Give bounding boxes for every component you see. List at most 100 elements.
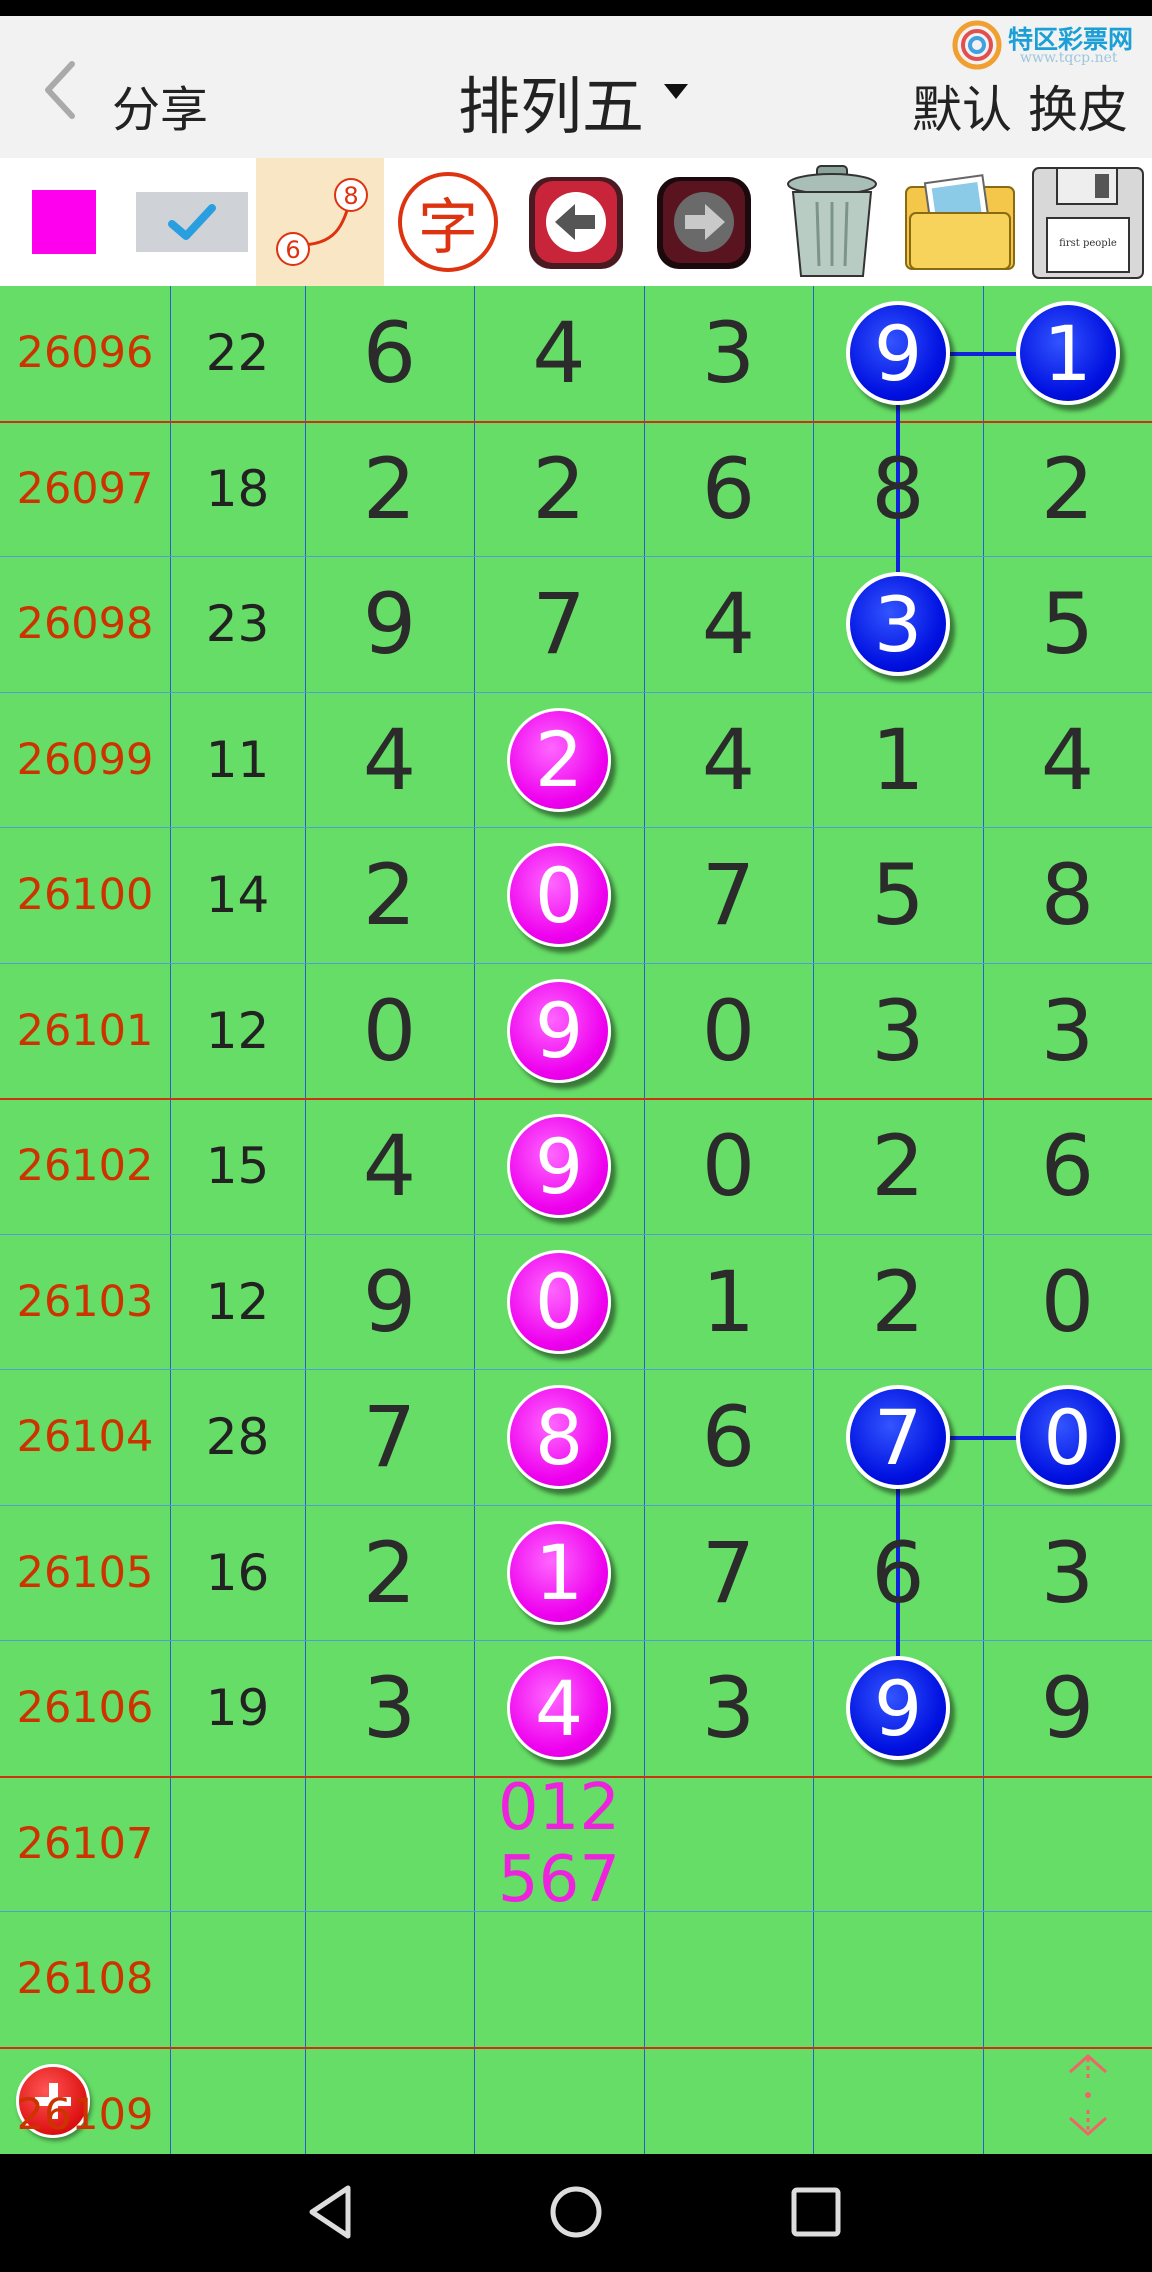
issue-number-cell[interactable]: 26107 (0, 1777, 170, 1911)
digit-cell[interactable] (813, 2048, 983, 2155)
sum-cell[interactable]: 15 (170, 1099, 305, 1233)
digit-cell[interactable]: 6 (813, 1506, 983, 1640)
issue-number-cell[interactable]: 26104 (0, 1370, 170, 1504)
issue-number-cell[interactable]: 26099 (0, 693, 170, 827)
digit-cell[interactable] (644, 2048, 813, 2155)
digit-cell[interactable]: 3 (813, 557, 983, 691)
digit-cell[interactable]: 8 (813, 422, 983, 556)
digit-cell[interactable]: 7 (644, 1506, 813, 1640)
digit-cell[interactable]: 4 (474, 286, 644, 420)
sum-cell[interactable]: 12 (170, 1235, 305, 1369)
digit-cell[interactable]: 7 (644, 828, 813, 962)
digit-cell[interactable]: 2 (813, 1099, 983, 1233)
digit-cell[interactable]: 9 (983, 1641, 1152, 1775)
issue-number-cell[interactable]: 26101 (0, 964, 170, 1098)
digit-cell[interactable] (305, 1912, 474, 2046)
digit-cell[interactable] (983, 1912, 1152, 2046)
save-button[interactable]: first people (1024, 158, 1152, 286)
sum-cell[interactable]: 14 (170, 828, 305, 962)
digit-cell[interactable] (983, 2048, 1152, 2155)
digit-cell[interactable]: 0 (983, 1370, 1152, 1504)
title-dropdown-caret-icon[interactable] (664, 84, 688, 99)
digit-cell[interactable]: 2 (983, 422, 1152, 556)
issue-number-cell[interactable]: 26097 (0, 422, 170, 556)
digit-cell[interactable]: 6 (644, 1370, 813, 1504)
digit-cell[interactable]: 9 (474, 964, 644, 1098)
sum-cell[interactable]: 28 (170, 1370, 305, 1504)
text-tool-button[interactable]: 字 (384, 158, 512, 286)
issue-number-cell[interactable]: 26103 (0, 1235, 170, 1369)
digit-cell[interactable] (813, 1912, 983, 2046)
digit-cell[interactable]: 4 (644, 693, 813, 827)
digit-cell[interactable] (305, 1777, 474, 1911)
issue-number-cell[interactable]: 26102 (0, 1099, 170, 1233)
undo-button[interactable] (512, 158, 640, 286)
sum-cell[interactable]: 18 (170, 422, 305, 556)
digit-cell[interactable]: 1 (644, 1235, 813, 1369)
sum-cell[interactable] (170, 1777, 305, 1911)
digit-cell[interactable] (644, 1777, 813, 1911)
sum-cell[interactable] (170, 1912, 305, 2046)
digit-cell[interactable]: 2 (474, 693, 644, 827)
digit-cell[interactable]: 0 (305, 964, 474, 1098)
digit-cell[interactable]: 9 (813, 1641, 983, 1775)
digit-cell[interactable]: 4 (474, 1641, 644, 1775)
digit-cell[interactable] (305, 2048, 474, 2155)
photo-folder-button[interactable] (896, 158, 1024, 286)
digit-cell[interactable]: 3 (983, 964, 1152, 1098)
digit-cell[interactable]: 2 (305, 828, 474, 962)
issue-number-cell[interactable]: 26106 (0, 1641, 170, 1775)
digit-cell[interactable]: 0 (474, 1235, 644, 1369)
redo-button[interactable] (640, 158, 768, 286)
digit-cell[interactable]: 6 (644, 422, 813, 556)
issue-number-cell[interactable]: 26098 (0, 557, 170, 691)
digit-cell[interactable]: 2 (474, 422, 644, 556)
digit-cell[interactable]: 8 (474, 1370, 644, 1504)
digit-cell[interactable]: 8 (983, 828, 1152, 962)
digit-cell[interactable]: 5 (983, 557, 1152, 691)
nav-home-icon[interactable] (546, 2182, 606, 2242)
digit-cell[interactable]: 1 (813, 693, 983, 827)
prediction-cell[interactable]: 012 567 (474, 1772, 644, 1916)
digit-cell[interactable]: 0 (644, 1099, 813, 1233)
share-button[interactable]: 分享 (112, 70, 208, 140)
digit-cell[interactable]: 4 (305, 693, 474, 827)
issue-number-cell[interactable]: 26105 (0, 1506, 170, 1640)
digit-cell[interactable]: 3 (305, 1641, 474, 1775)
digit-cell[interactable]: 9 (813, 286, 983, 420)
issue-number-cell[interactable]: 26096 (0, 286, 170, 420)
digit-cell[interactable]: 6 (305, 286, 474, 420)
sum-cell[interactable]: 22 (170, 286, 305, 420)
draw-chart-grid[interactable]: 26096 22 6 4 3 9 1 26097 18 2 2 6 8 2 26098 23 9 7 4 3 5 2609… (0, 286, 1152, 2154)
sum-cell[interactable] (170, 2048, 305, 2155)
digit-cell[interactable]: 6 (983, 1099, 1152, 1233)
digit-cell[interactable] (474, 2048, 644, 2155)
sum-cell[interactable]: 12 (170, 964, 305, 1098)
sum-cell[interactable]: 16 (170, 1506, 305, 1640)
connect-line-tool[interactable]: 8 6 (256, 158, 384, 286)
digit-cell[interactable]: 3 (644, 1641, 813, 1775)
color-swatch-button[interactable] (0, 158, 128, 286)
sum-cell[interactable]: 23 (170, 557, 305, 691)
digit-cell[interactable] (813, 1777, 983, 1911)
digit-cell[interactable] (474, 1912, 644, 2046)
trash-button[interactable] (768, 158, 896, 286)
digit-cell[interactable] (983, 1777, 1152, 1911)
digit-cell[interactable]: 4 (983, 693, 1152, 827)
back-chevron-icon[interactable] (38, 58, 82, 122)
digit-cell[interactable]: 4 (644, 557, 813, 691)
digit-cell[interactable]: 7 (474, 557, 644, 691)
digit-cell[interactable]: 2 (305, 1506, 474, 1640)
digit-cell[interactable]: 1 (474, 1506, 644, 1640)
digit-cell[interactable]: 4 (305, 1099, 474, 1233)
digit-cell[interactable]: 3 (813, 964, 983, 1098)
digit-cell[interactable]: 7 (813, 1370, 983, 1504)
sum-cell[interactable]: 11 (170, 693, 305, 827)
digit-cell[interactable]: 5 (813, 828, 983, 962)
checkmark-button[interactable] (128, 158, 256, 286)
sum-cell[interactable]: 19 (170, 1641, 305, 1775)
digit-cell[interactable]: 0 (644, 964, 813, 1098)
issue-number-cell[interactable]: 26109 (0, 2048, 170, 2155)
nav-recents-icon[interactable] (786, 2182, 846, 2242)
digit-cell[interactable]: 0 (474, 828, 644, 962)
